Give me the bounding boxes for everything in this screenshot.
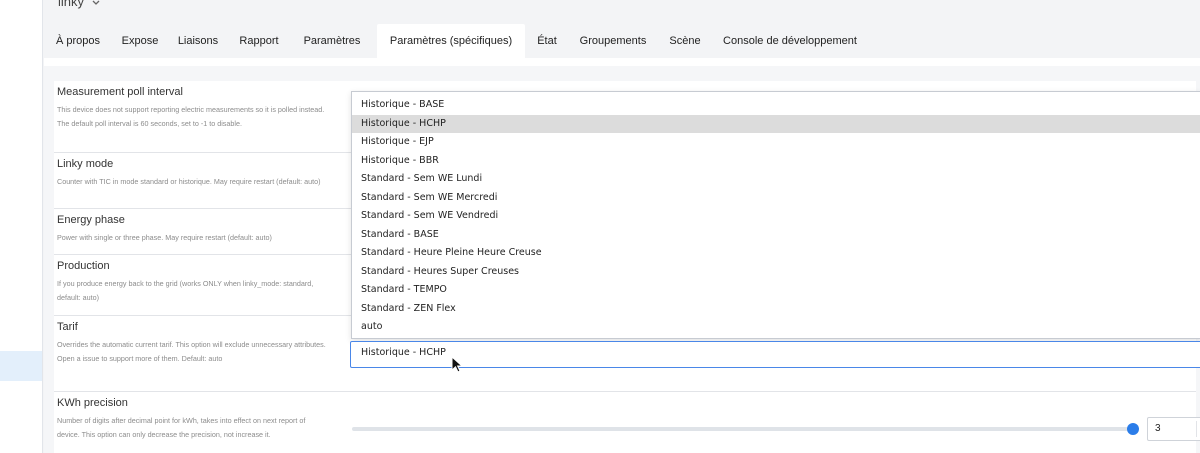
setting-description: Number of digits after decimal point for… [57, 416, 306, 439]
tab-scene[interactable]: Scène [662, 24, 708, 58]
tab-a-propos[interactable]: À propos [44, 24, 112, 58]
tarif-option[interactable]: Standard - Sem WE Lundi [352, 170, 1200, 188]
tarif-option[interactable]: Standard - Sem WE Vendredi [352, 207, 1200, 225]
setting-title: Linky mode [57, 158, 114, 170]
tarif-option[interactable]: Historique - BBR [352, 152, 1200, 170]
kwh-precision-value: 3 [1155, 423, 1161, 434]
tarif-option[interactable]: Historique - BASE [352, 96, 1200, 114]
device-title[interactable]: linky [58, 0, 100, 9]
kwh-precision-input[interactable]: 3 [1147, 417, 1200, 441]
tarif-option[interactable]: Standard - BASE [352, 226, 1200, 244]
tarif-option[interactable]: Standard - ZEN Flex [352, 300, 1200, 318]
setting-kwh-precision: KWh precision Number of digits after dec… [54, 392, 1196, 453]
tab-groupements[interactable]: Groupements [570, 24, 656, 58]
tab-liaisons[interactable]: Liaisons [168, 24, 228, 58]
tab-expose[interactable]: Expose [112, 24, 168, 58]
tab-rapport[interactable]: Rapport [228, 24, 290, 58]
setting-title: Tarif [57, 321, 78, 333]
setting-description: Counter with TIC in mode standard or his… [57, 177, 321, 186]
setting-title: Production [57, 260, 110, 272]
kwh-precision-slider-track[interactable] [352, 427, 1134, 431]
setting-title: KWh precision [57, 397, 128, 409]
tarif-option[interactable]: Standard - Sem WE Mercredi [352, 189, 1200, 207]
tab-console-developpement[interactable]: Console de développement [714, 24, 866, 58]
device-name: linky [58, 0, 85, 9]
tarif-dropdown-list: Historique - BASE Historique - HCHP Hist… [351, 91, 1200, 339]
setting-title: Measurement poll interval [57, 86, 183, 98]
tarif-option[interactable]: Standard - Heures Super Creuses [352, 263, 1200, 281]
left-navigation-rail [0, 0, 43, 453]
tarif-option[interactable]: Standard - TEMPO [352, 281, 1200, 299]
setting-description: Overrides the automatic current tarif. T… [57, 340, 326, 363]
tarif-selected-value: Historique - HCHP [361, 347, 446, 358]
chevron-down-icon [92, 0, 100, 5]
tab-parametres[interactable]: Paramètres [290, 24, 374, 58]
tarif-option-highlighted[interactable]: Historique - HCHP [352, 114, 1200, 133]
tab-etat[interactable]: État [528, 24, 566, 58]
tab-parametres-specifiques[interactable]: Paramètres (spécifiques) [377, 24, 525, 58]
mouse-pointer-icon [451, 356, 464, 373]
left-rail-active-item[interactable] [0, 351, 42, 381]
setting-description: This device does not support reporting e… [57, 105, 325, 128]
tarif-option[interactable]: Standard - Heure Pleine Heure Creuse [352, 244, 1200, 262]
device-tabs: À propos Expose Liaisons Rapport Paramèt… [44, 24, 1200, 58]
setting-description: Power with single or three phase. May re… [57, 233, 272, 242]
setting-description: If you produce energy back to the grid (… [57, 279, 314, 302]
input-divider [1196, 421, 1197, 437]
tarif-option[interactable]: auto [352, 318, 1200, 336]
setting-title: Energy phase [57, 214, 125, 226]
tarif-select[interactable]: Historique - HCHP [350, 341, 1200, 368]
tarif-option[interactable]: Historique - EJP [352, 133, 1200, 151]
